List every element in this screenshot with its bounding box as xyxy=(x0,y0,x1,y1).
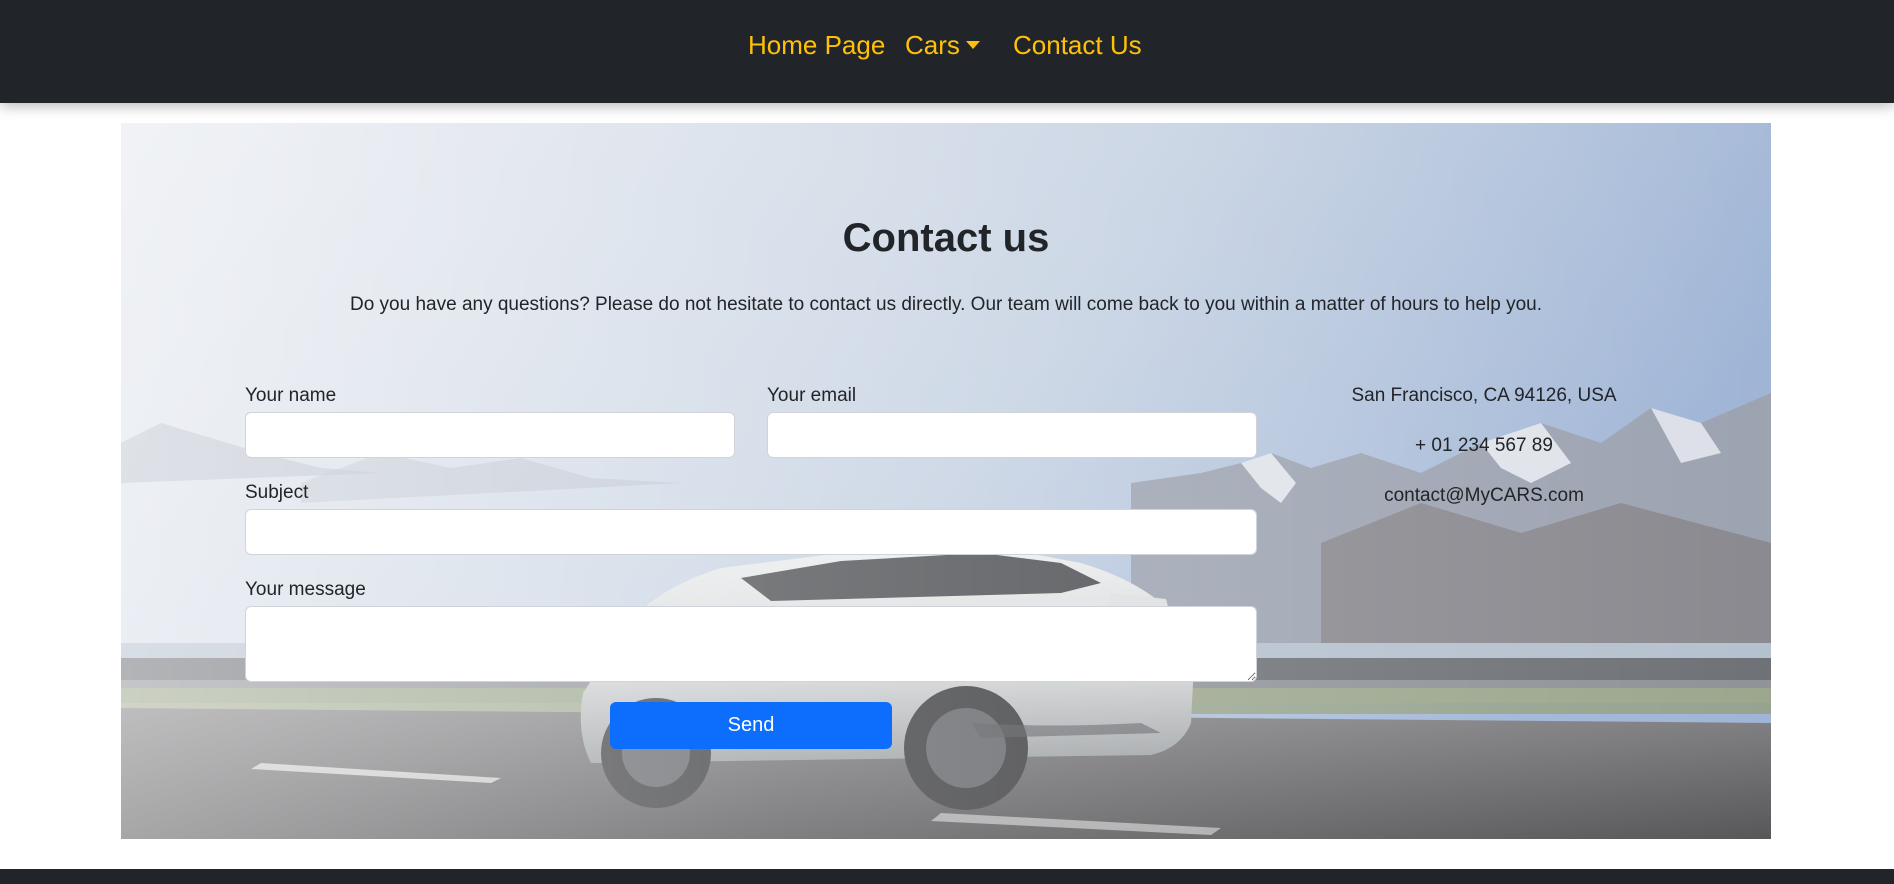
subject-input[interactable] xyxy=(245,509,1257,555)
send-button[interactable]: Send xyxy=(610,702,892,749)
chevron-down-icon xyxy=(965,41,980,49)
email-label: Your email xyxy=(767,385,857,406)
message-label: Your message xyxy=(245,579,366,600)
contact-address: San Francisco, CA 94126, USA xyxy=(1351,385,1617,406)
nav-contact-link[interactable]: Contact Us xyxy=(1013,30,1142,60)
subject-label: Subject xyxy=(245,482,309,503)
email-input[interactable] xyxy=(767,412,1257,458)
nav-cars-dropdown[interactable]: Cars xyxy=(905,30,980,60)
page-title: Contact us xyxy=(842,216,1050,260)
footer-bar xyxy=(0,869,1894,884)
name-label: Your name xyxy=(245,385,337,406)
contact-phone: + 01 234 567 89 xyxy=(1415,435,1553,456)
message-textarea[interactable] xyxy=(245,606,1257,682)
nav-cars-label: Cars xyxy=(905,30,960,60)
top-navbar: Home Page Cars Contact Us xyxy=(0,0,1894,103)
nav-home-link[interactable]: Home Page xyxy=(748,30,885,60)
intro-text: Do you have any questions? Please do not… xyxy=(349,294,1542,315)
contact-section: Contact us Do you have any questions? Pl… xyxy=(121,123,1771,839)
contact-email: contact@MyCARS.com xyxy=(1384,485,1584,506)
name-input[interactable] xyxy=(245,412,735,458)
